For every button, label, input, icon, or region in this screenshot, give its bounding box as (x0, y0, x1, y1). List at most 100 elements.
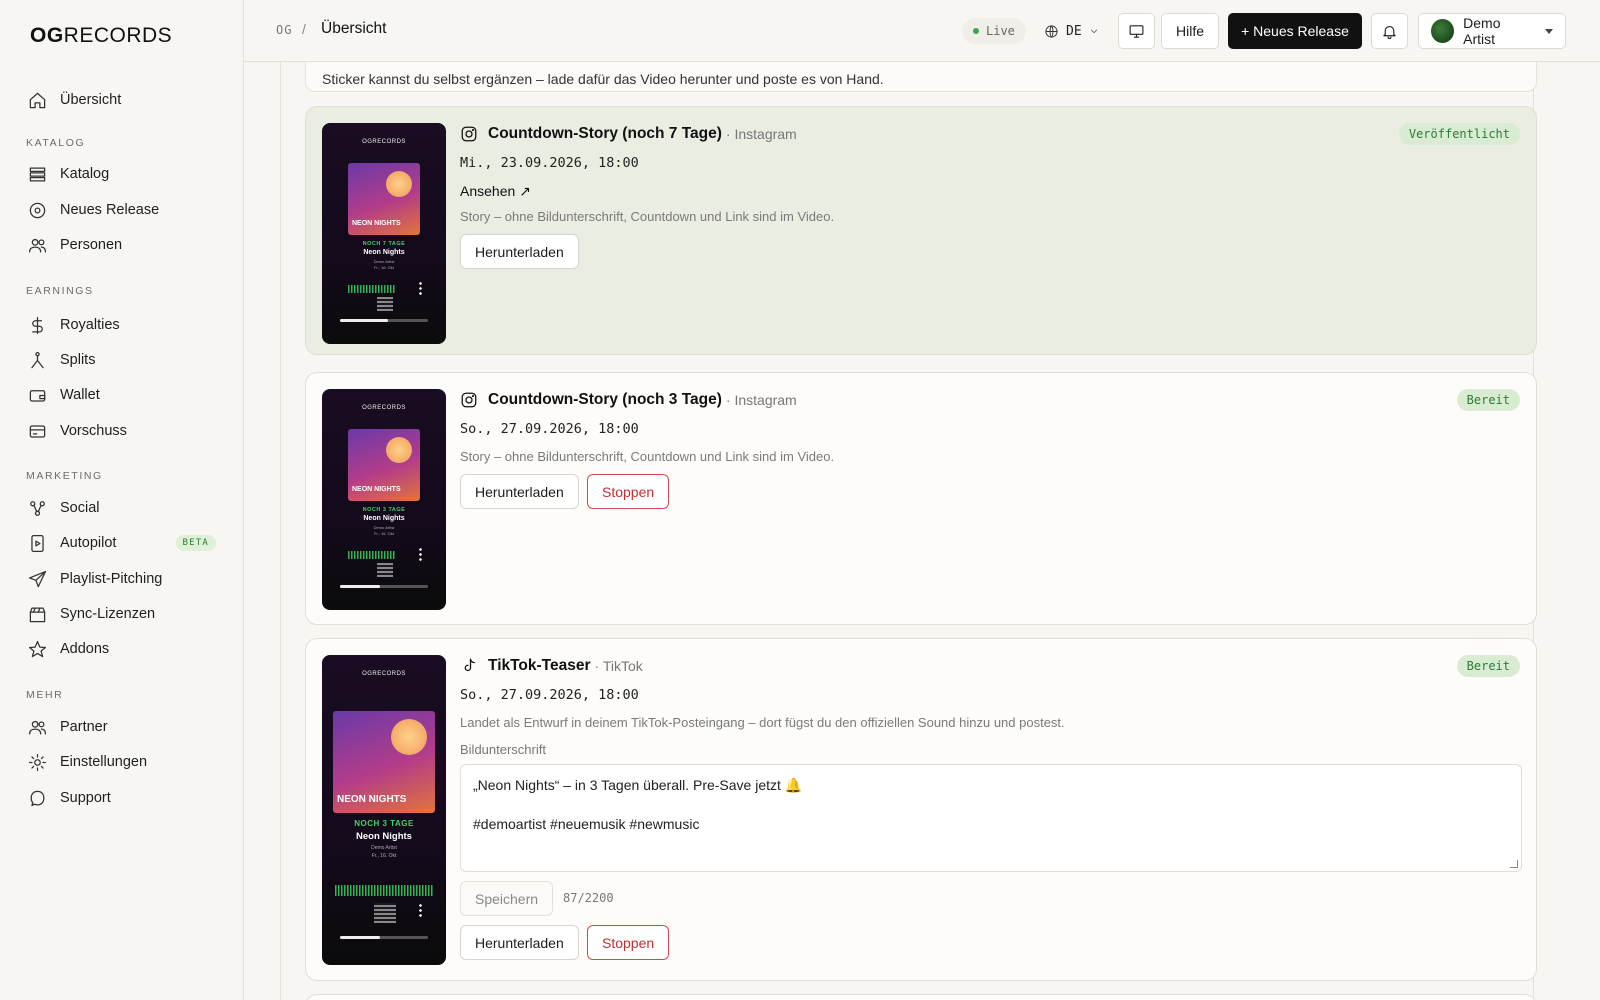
cover-art: NEON NIGHTS (348, 163, 420, 235)
more-dots-icon (419, 281, 422, 295)
page-title: Übersicht (321, 20, 387, 37)
monitor-icon (1129, 24, 1144, 38)
sidebar-item-addons[interactable]: Addons (26, 633, 220, 665)
sidebar-item-einstellungen[interactable]: Einstellungen (26, 746, 220, 778)
section-mehr: MEHR (26, 689, 64, 701)
post-title: TikTok-Teaser · TikTok (460, 657, 643, 675)
sidebar-item-playlist-pitching[interactable]: Playlist-Pitching (26, 563, 220, 595)
post-title: Countdown-Story (noch 7 Tage) · Instagra… (460, 125, 797, 143)
post-date: Mi., 23.09.2026, 18:00 (460, 155, 639, 171)
home-icon (26, 89, 48, 111)
top-header: OG / Übersicht Live DE Hilfe + Neues Rel… (244, 0, 1600, 62)
post-note: Story – ohne Bildunterschrift, Countdown… (460, 449, 835, 464)
download-button[interactable]: Herunterladen (460, 925, 579, 960)
content-column: Sticker kannst du selbst ergänzen – lade… (280, 62, 1537, 1000)
sidebar-item-vorschuss[interactable]: Vorschuss (26, 415, 220, 447)
status-badge: Bereit (1456, 655, 1520, 677)
card-icon (26, 420, 48, 442)
character-count: 87/2200 (563, 891, 614, 905)
sidebar-item-autopilot[interactable]: Autopilot BETA (26, 527, 220, 559)
status-badge: Bereit (1456, 389, 1520, 411)
sidebar-item-social[interactable]: Social (26, 492, 220, 524)
sidebar-item-personen[interactable]: Personen (26, 229, 220, 261)
intro-card: Sticker kannst du selbst ergänzen – lade… (305, 62, 1537, 92)
download-button[interactable]: Herunterladen (460, 234, 579, 269)
post-note: Story – ohne Bildunterschrift, Countdown… (460, 209, 835, 224)
bell-icon (1383, 25, 1396, 39)
logo[interactable]: OGRECORDS (30, 24, 172, 48)
sidebar-item-sync-lizenzen[interactable]: Sync-Lizenzen (26, 598, 220, 630)
help-button[interactable]: Hilfe (1161, 13, 1219, 49)
story-progress (340, 585, 428, 588)
avatar (1431, 19, 1455, 43)
qr-code (377, 563, 393, 577)
globe-icon (1045, 24, 1058, 38)
more-dots-icon (419, 547, 422, 561)
post-card-published: OGRECORDS NEON NIGHTS NOCH 7 TAGE Neon N… (305, 106, 1537, 355)
stop-button[interactable]: Stoppen (587, 474, 670, 509)
stack-icon (26, 163, 48, 185)
split-icon (26, 349, 48, 371)
view-link[interactable]: Ansehen ↗ (460, 183, 531, 200)
resize-handle-icon[interactable] (1510, 860, 1518, 868)
sidebar-item-partner[interactable]: Partner (26, 711, 220, 743)
sidebar-item-overview[interactable]: Übersicht (26, 84, 220, 116)
story-progress (340, 936, 428, 939)
user-menu-button[interactable]: Demo Artist (1418, 13, 1566, 49)
waveform (348, 285, 396, 293)
qr-code (377, 297, 393, 311)
section-earnings: EARNINGS (26, 285, 94, 297)
caret-down-icon (1545, 28, 1553, 34)
story-thumbnail[interactable]: OGRECORDS NEON NIGHTS NOCH 3 TAGE Neon N… (322, 389, 446, 610)
sidebar-item-neues-release[interactable]: Neues Release (26, 194, 220, 226)
waveform (348, 551, 396, 559)
live-dot-icon (973, 28, 979, 34)
instagram-icon (461, 126, 477, 142)
waveform (335, 885, 433, 896)
caption-label: Bildunterschrift (460, 742, 546, 757)
cover-art: NEON NIGHTS (348, 429, 420, 501)
play-file-icon (26, 532, 48, 554)
qr-code (374, 903, 396, 923)
send-icon (26, 568, 48, 590)
sidebar-item-support[interactable]: Support (26, 782, 220, 814)
save-button[interactable]: Speichern (460, 881, 554, 916)
stop-button[interactable]: Stoppen (587, 925, 670, 960)
caption-textarea[interactable]: „Neon Nights“ – in 3 Tagen überall. Pre-… (460, 764, 1522, 872)
post-date: So., 27.09.2026, 18:00 (460, 687, 639, 703)
status-badge: Veröffentlicht (1398, 123, 1520, 145)
sidebar-item-splits[interactable]: Splits (26, 344, 220, 376)
chevron-down-icon (1090, 29, 1097, 34)
dollar-icon (26, 314, 48, 336)
users-icon (26, 234, 48, 256)
cover-art: NEON NIGHTS (333, 711, 435, 813)
beta-badge: BETA (175, 535, 216, 551)
breadcrumb-root[interactable]: OG (276, 23, 292, 37)
wallet-icon (26, 384, 48, 406)
sidebar-item-royalties[interactable]: Royalties (26, 309, 220, 341)
post-card-next (305, 994, 1537, 1000)
chat-bubble-icon (26, 787, 48, 809)
language-selector[interactable]: DE (1044, 19, 1106, 43)
sidebar-item-katalog[interactable]: Katalog (26, 158, 220, 190)
sidebar: OGRECORDS Übersicht KATALOG Katalog Neue… (0, 0, 244, 1000)
post-note: Landet als Entwurf in deinem TikTok-Post… (460, 715, 1065, 730)
story-progress (340, 319, 428, 322)
display-mode-button[interactable] (1118, 13, 1155, 49)
new-release-button[interactable]: + Neues Release (1228, 13, 1362, 49)
post-card-ready: OGRECORDS NEON NIGHTS NOCH 3 TAGE Neon N… (305, 372, 1537, 625)
clapperboard-icon (26, 603, 48, 625)
post-title: Countdown-Story (noch 3 Tage) · Instagra… (460, 391, 797, 409)
sidebar-item-wallet[interactable]: Wallet (26, 379, 220, 411)
download-button[interactable]: Herunterladen (460, 474, 579, 509)
tiktok-icon (464, 658, 475, 672)
story-thumbnail[interactable]: OGRECORDS NEON NIGHTS NOCH 3 TAGE Neon N… (322, 655, 446, 965)
post-card-tiktok: OGRECORDS NEON NIGHTS NOCH 3 TAGE Neon N… (305, 638, 1537, 981)
section-katalog: KATALOG (26, 137, 86, 149)
notifications-button[interactable] (1371, 13, 1408, 49)
story-thumbnail[interactable]: OGRECORDS NEON NIGHTS NOCH 7 TAGE Neon N… (322, 123, 446, 344)
breadcrumb-separator: / (302, 21, 306, 37)
section-marketing: MARKETING (26, 470, 103, 482)
star-icon (26, 638, 48, 660)
post-date: So., 27.09.2026, 18:00 (460, 421, 639, 437)
